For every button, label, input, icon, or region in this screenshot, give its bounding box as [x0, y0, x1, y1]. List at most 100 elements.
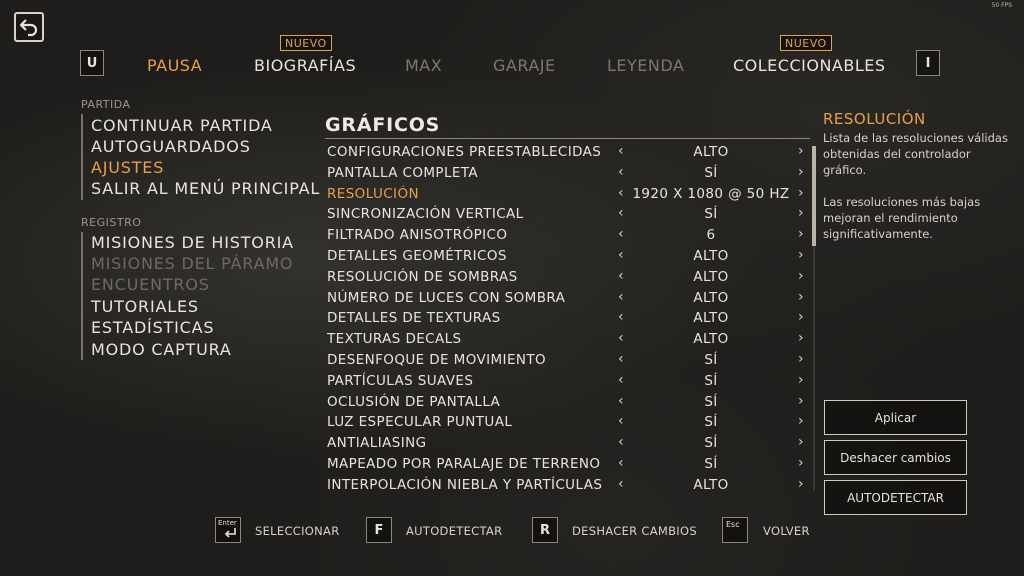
new-badge-coleccionables: NUEVO	[780, 35, 832, 51]
r-key-icon[interactable]: R	[532, 517, 558, 543]
setting-value: ALTO	[693, 310, 729, 327]
setting-value: ALTO	[693, 289, 729, 306]
setting-label: PANTALLA COMPLETA	[327, 164, 479, 181]
hint-deshacer-cambios: DESHACER CAMBIOS	[572, 524, 697, 538]
tab-max[interactable]: MAX	[405, 56, 442, 75]
tab-coleccionables[interactable]: COLECCIONABLES	[733, 56, 886, 75]
chevron-right-icon[interactable]: ›	[798, 247, 804, 263]
setting-label: ANTIALIASING	[327, 435, 427, 452]
chevron-right-icon[interactable]: ›	[798, 309, 804, 325]
help-text-2: Las resoluciones más bajas mejoran el re…	[823, 195, 981, 241]
setting-label: LUZ ESPECULAR PUNTUAL	[327, 414, 513, 431]
setting-row[interactable]: CONFIGURACIONES PREESTABLECIDAS ‹ ALTO ›	[327, 142, 810, 163]
menu-item-misiones-historia[interactable]: MISIONES DE HISTORIA	[91, 232, 294, 253]
scrollbar-thumb[interactable]	[812, 146, 816, 246]
setting-row[interactable]: TEXTURAS DECALS ‹ ALTO ›	[327, 329, 810, 350]
setting-row[interactable]: PARTÍCULAS SUAVES ‹ SÍ ›	[327, 371, 810, 392]
setting-label: DETALLES DE TEXTURAS	[327, 310, 501, 327]
tab-garaje[interactable]: GARAJE	[493, 56, 556, 75]
tab-biografias[interactable]: BIOGRAFÍAS	[254, 56, 356, 75]
menu-item-misiones-paramo[interactable]: MISIONES DEL PÁRAMO	[91, 253, 293, 274]
setting-row[interactable]: ANTIALIASING ‹ SÍ ›	[327, 433, 810, 454]
menu-heading-registro: REGISTRO	[81, 216, 142, 229]
enter-key-label: Enter	[218, 519, 237, 527]
setting-value: SÍ	[704, 435, 718, 452]
autodetect-button[interactable]: AUTODETECTAR	[824, 480, 967, 515]
chevron-right-icon[interactable]: ›	[798, 351, 804, 367]
menu-item-ajustes[interactable]: AJUSTES	[91, 157, 164, 178]
setting-row[interactable]: LUZ ESPECULAR PUNTUAL ‹ SÍ ›	[327, 412, 810, 433]
setting-value: SÍ	[704, 352, 718, 368]
new-badge-biografias: NUEVO	[280, 35, 332, 51]
chevron-right-icon[interactable]: ›	[798, 185, 804, 201]
setting-value: SÍ	[704, 414, 718, 431]
chevron-right-icon[interactable]: ›	[798, 434, 804, 450]
menu-item-estadisticas[interactable]: ESTADÍSTICAS	[91, 317, 214, 338]
esc-key-label: Esc	[726, 520, 740, 529]
fps-counter: 50 FPS	[991, 2, 1012, 9]
setting-row[interactable]: MAPEADO POR PARALAJE DE TERRENO ‹ SÍ ›	[327, 454, 810, 475]
chevron-right-icon[interactable]: ›	[798, 143, 804, 159]
setting-row[interactable]: INTERPOLACIÓN NIEBLA Y PARTÍCULAS ‹ ALTO ›	[327, 475, 810, 496]
chevron-right-icon[interactable]: ›	[798, 268, 804, 284]
setting-label: TEXTURAS DECALS	[327, 331, 462, 348]
setting-row[interactable]: DETALLES DE TEXTURAS ‹ ALTO ›	[327, 308, 810, 329]
setting-row[interactable]: RESOLUCIÓN DE SOMBRAS ‹ ALTO ›	[327, 267, 810, 288]
setting-row[interactable]: RESOLUCIÓN ‹ 1920 X 1080 @ 50 HZ ›	[327, 184, 810, 205]
help-text-1: Lista de las resoluciones válidas obteni…	[823, 131, 1008, 177]
tab-leyenda[interactable]: LEYENDA	[607, 56, 684, 75]
chevron-right-icon[interactable]: ›	[798, 372, 804, 388]
setting-label: INTERPOLACIÓN NIEBLA Y PARTÍCULAS	[327, 476, 603, 493]
setting-value: 6	[706, 227, 716, 244]
setting-value: ALTO	[693, 248, 729, 264]
menu-item-modo-captura[interactable]: MODO CAPTURA	[91, 339, 232, 360]
chevron-right-icon[interactable]: ›	[798, 226, 804, 242]
setting-value: SÍ	[704, 393, 718, 410]
game-pause-screen: { "fps_counter": "50 FPS", "top_tabs": {…	[0, 0, 1024, 576]
apply-button[interactable]: Aplicar	[824, 400, 967, 435]
menu-divider-registro	[81, 232, 83, 360]
chevron-right-icon[interactable]: ›	[798, 205, 804, 221]
menu-item-tutoriales[interactable]: TUTORIALES	[91, 296, 199, 317]
menu-item-continuar-partida[interactable]: CONTINUAR PARTIDA	[91, 115, 273, 136]
title-underline	[325, 138, 810, 139]
prev-tab-key[interactable]: U	[80, 50, 104, 76]
setting-label: DETALLES GEOMÉTRICOS	[327, 248, 507, 264]
setting-row[interactable]: NÚMERO DE LUCES CON SOMBRA ‹ ALTO ›	[327, 288, 810, 309]
setting-label: SINCRONIZACIÓN VERTICAL	[327, 206, 524, 223]
setting-value: ALTO	[693, 144, 729, 160]
setting-row[interactable]: DESENFOQUE DE MOVIMIENTO ‹ SÍ ›	[327, 350, 810, 371]
chevron-right-icon[interactable]: ›	[798, 413, 804, 429]
chevron-right-icon[interactable]: ›	[798, 289, 804, 305]
menu-item-salir-menu-principal[interactable]: SALIR AL MENÚ PRINCIPAL	[91, 178, 320, 199]
undo-changes-button[interactable]: Deshacer cambios	[824, 440, 967, 475]
chevron-right-icon[interactable]: ›	[798, 393, 804, 409]
tab-pausa[interactable]: PAUSA	[147, 56, 202, 75]
section-title: GRÁFICOS	[325, 114, 441, 136]
hint-autodetectar: AUTODETECTAR	[406, 524, 503, 538]
chevron-right-icon[interactable]: ›	[798, 330, 804, 346]
menu-heading-partida: PARTIDA	[81, 98, 131, 111]
setting-label: PARTÍCULAS SUAVES	[327, 372, 474, 389]
enter-key-icon[interactable]: Enter	[215, 517, 241, 543]
chevron-right-icon[interactable]: ›	[798, 476, 804, 492]
f-key-icon[interactable]: F	[366, 517, 392, 543]
setting-value: SÍ	[704, 206, 718, 223]
chevron-right-icon[interactable]: ›	[798, 164, 804, 180]
setting-row[interactable]: PANTALLA COMPLETA ‹ SÍ ›	[327, 163, 810, 184]
menu-item-autoguardados[interactable]: AUTOGUARDADOS	[91, 136, 251, 157]
setting-row[interactable]: OCLUSIÓN DE PANTALLA ‹ SÍ ›	[327, 392, 810, 413]
setting-row[interactable]: SINCRONIZACIÓN VERTICAL ‹ SÍ ›	[327, 204, 810, 225]
setting-row[interactable]: FILTRADO ANISOTRÓPICO ‹ 6 ›	[327, 225, 810, 246]
setting-value: SÍ	[704, 164, 718, 181]
hint-seleccionar: SELECCIONAR	[255, 524, 340, 538]
setting-value: ALTO	[693, 268, 729, 285]
back-button[interactable]	[14, 12, 44, 42]
setting-value: ALTO	[693, 331, 729, 348]
next-tab-key[interactable]: I	[916, 50, 940, 76]
setting-row[interactable]: DETALLES GEOMÉTRICOS ‹ ALTO ›	[327, 246, 810, 267]
chevron-right-icon[interactable]: ›	[798, 455, 804, 471]
setting-label: CONFIGURACIONES PREESTABLECIDAS	[327, 144, 602, 160]
menu-item-encuentros[interactable]: ENCUENTROS	[91, 274, 210, 295]
esc-key-icon[interactable]: Esc	[722, 517, 748, 543]
